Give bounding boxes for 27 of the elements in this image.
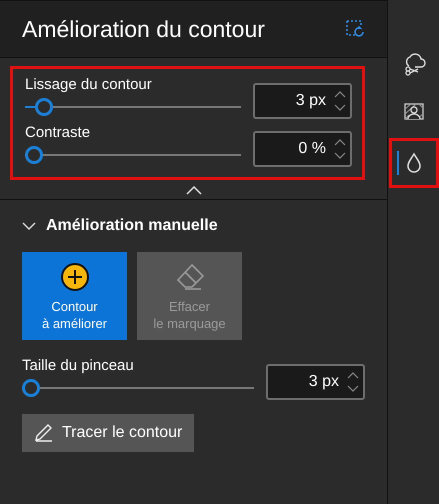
slider-track[interactable] (25, 95, 241, 119)
decrement-icon[interactable] (334, 104, 346, 111)
trace-button[interactable]: Tracer le contour (22, 414, 194, 452)
plus-circle-icon (60, 262, 90, 292)
slider-thumb[interactable] (25, 146, 43, 164)
slider-track[interactable] (25, 143, 241, 167)
reset-selection-icon[interactable] (345, 19, 365, 39)
slider-track[interactable] (22, 376, 254, 400)
panel-title: Amélioration du contour (22, 14, 265, 44)
decrement-icon[interactable] (347, 385, 359, 392)
tool-button[interactable]: Contour à améliorer (22, 252, 127, 340)
number-field[interactable]: 3 px (253, 83, 352, 119)
increment-icon[interactable] (347, 372, 359, 379)
pen-icon (34, 423, 54, 443)
chevron-down-icon[interactable] (22, 222, 36, 230)
slider-thumb[interactable] (34, 98, 53, 116)
increment-icon[interactable] (334, 139, 346, 146)
number-field[interactable]: 3 px (266, 364, 365, 400)
increment-icon[interactable] (334, 91, 346, 98)
slider-label: Lissage du contour (25, 75, 153, 95)
slider-label: Contraste (25, 123, 92, 143)
slider-label: Taille du pinceau (22, 356, 135, 376)
number-field[interactable]: 0 % (253, 131, 352, 167)
decrement-icon[interactable] (334, 152, 346, 159)
section-title: Amélioration manuelle (46, 216, 218, 236)
collapse-icon[interactable] (186, 186, 202, 195)
slider-thumb[interactable] (22, 379, 40, 397)
